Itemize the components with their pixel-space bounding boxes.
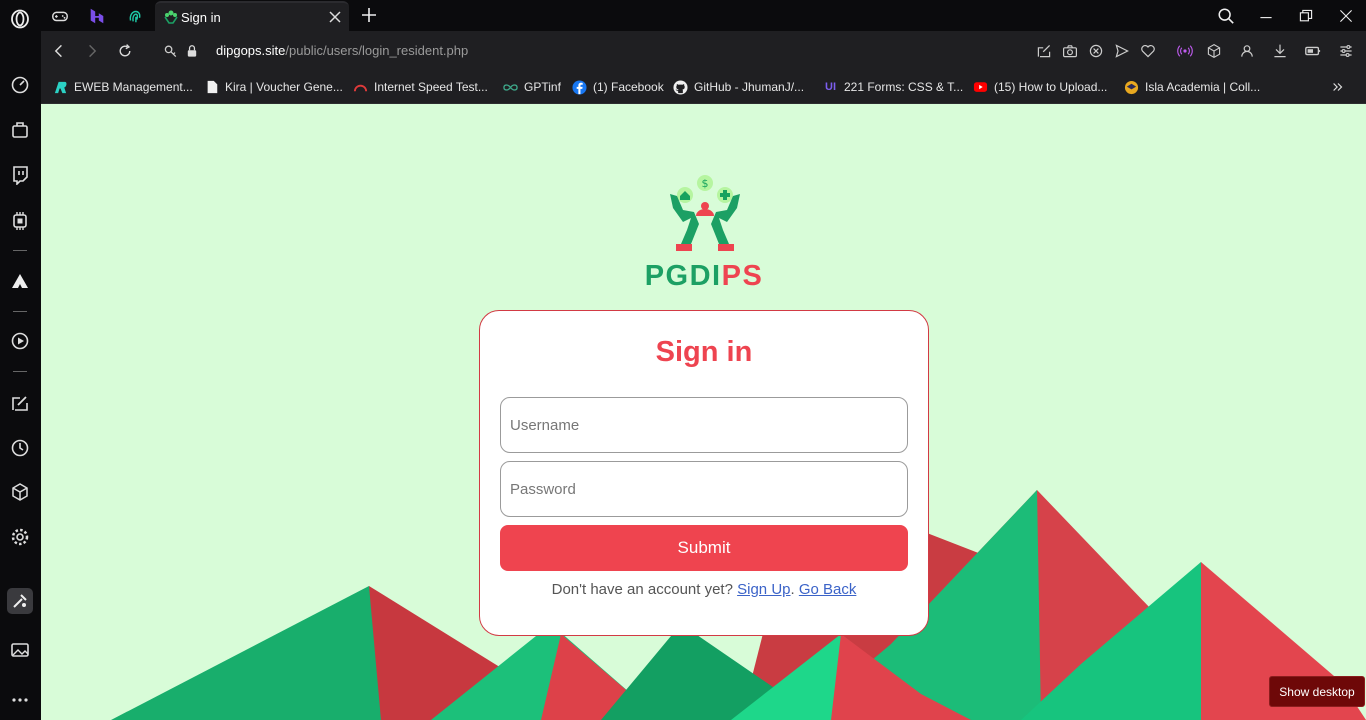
bookmark-eweb[interactable]: EWEB Management...	[53, 77, 193, 97]
youtube-icon	[973, 80, 988, 95]
tab-sign-in[interactable]: Sign in	[155, 1, 349, 31]
academia-icon	[1124, 80, 1139, 95]
brand-name-part1: PGDI	[644, 260, 722, 292]
player-icon[interactable]	[9, 330, 31, 352]
tab-search-icon[interactable]	[1215, 5, 1237, 27]
show-desktop-button[interactable]: Show desktop	[1269, 676, 1365, 707]
bookmarks-overflow-icon[interactable]	[1331, 77, 1345, 97]
bookmark-forms-css[interactable]: UI 221 Forms: CSS & T...	[823, 77, 963, 97]
speed-dial-icon[interactable]	[9, 74, 31, 96]
bookmark-label: GPTinf	[524, 80, 561, 94]
bookmark-label: Internet Speed Test...	[374, 80, 488, 94]
no-account-text: Don't have an account yet?	[551, 581, 733, 598]
fingerprint-tab-icon[interactable]	[124, 5, 146, 27]
sign-up-link[interactable]: Sign Up	[737, 581, 790, 598]
vpn-broadcast-icon[interactable]	[1175, 41, 1195, 61]
hostinger-tab-icon[interactable]	[86, 5, 108, 27]
extensions-cube-icon[interactable]	[9, 481, 31, 503]
brand-name: PGDIPS	[599, 260, 809, 293]
signup-prompt: Don't have an account yet? Sign Up. Go B…	[480, 581, 928, 598]
minimize-icon[interactable]	[1255, 5, 1277, 27]
heart-icon[interactable]	[1138, 41, 1158, 61]
bookmark-label: Isla Academia | Coll...	[1145, 80, 1261, 94]
ui-icon: UI	[825, 81, 836, 93]
speedometer-icon	[353, 80, 368, 95]
close-tab-icon[interactable]	[327, 9, 343, 25]
twitch-icon[interactable]	[9, 164, 31, 186]
bookmark-label: 221 Forms: CSS & T...	[844, 80, 964, 94]
bookmark-label: Kira | Voucher Gene...	[225, 80, 343, 94]
back-icon[interactable]	[49, 41, 69, 61]
bookmark-gptinf[interactable]: GPTinf	[503, 77, 561, 97]
url-path: /public/users/login_resident.php	[285, 43, 469, 58]
eweb-icon	[53, 80, 68, 95]
tab-title: Sign in	[181, 10, 221, 25]
sign-in-title: Sign in	[655, 336, 753, 368]
sidebar-divider	[13, 250, 27, 251]
username-input[interactable]	[500, 397, 908, 453]
battery-saver-icon[interactable]	[1303, 41, 1323, 61]
svg-text:$: $	[702, 177, 709, 190]
bookmark-kira-voucher[interactable]: Kira | Voucher Gene...	[204, 77, 343, 97]
cube-icon[interactable]	[1204, 41, 1224, 61]
sidebar-divider	[13, 371, 27, 372]
workspace-icon[interactable]	[9, 119, 31, 141]
sign-in-card: Sign in Submit Don't have an account yet…	[479, 310, 929, 636]
restore-icon[interactable]	[1295, 5, 1317, 27]
bookmark-youtube[interactable]: (15) How to Upload...	[973, 77, 1107, 97]
go-back-link[interactable]: Go Back	[799, 581, 857, 598]
document-icon	[204, 80, 219, 95]
password-input[interactable]	[500, 461, 908, 517]
edit-share-icon[interactable]	[1034, 41, 1054, 61]
ai-chip-icon[interactable]	[9, 210, 31, 232]
profile-icon[interactable]	[1237, 41, 1257, 61]
reload-icon[interactable]	[115, 41, 135, 61]
pinboard-icon[interactable]	[9, 392, 31, 414]
bookmarks-bar: EWEB Management... Kira | Voucher Gene..…	[41, 71, 1366, 104]
bookmark-label: GitHub - JhumanJ/...	[694, 80, 805, 94]
infinity-icon	[503, 80, 518, 95]
download-icon[interactable]	[1270, 41, 1290, 61]
easy-setup-icon[interactable]	[1336, 41, 1356, 61]
bookmark-speed-test[interactable]: Internet Speed Test...	[353, 77, 488, 97]
url-text[interactable]: dipgops.site/public/users/login_resident…	[216, 43, 468, 58]
lock-icon[interactable]	[182, 41, 202, 61]
browser-sidebar	[0, 0, 41, 720]
gamepad-tab-icon[interactable]	[49, 5, 71, 27]
opera-logo-icon[interactable]	[9, 8, 31, 30]
bookmark-github[interactable]: GitHub - JhumanJ/...	[673, 77, 804, 97]
tools-icon[interactable]	[9, 590, 31, 612]
forward-icon[interactable]	[82, 41, 102, 61]
link-separator: .	[790, 581, 795, 598]
pgdips-favicon-icon	[164, 10, 178, 24]
more-options-icon[interactable]	[9, 689, 31, 711]
pgdips-logo-icon: $	[670, 175, 740, 251]
aria-icon[interactable]	[9, 270, 31, 292]
tab-strip: Sign in	[41, 0, 1366, 31]
camera-icon[interactable]	[1060, 41, 1080, 61]
key-icon[interactable]	[161, 41, 181, 61]
settings-gear-icon[interactable]	[9, 526, 31, 548]
bookmark-facebook[interactable]: (1) Facebook	[572, 77, 664, 97]
bookmark-label: (15) How to Upload...	[994, 80, 1108, 94]
github-icon	[673, 79, 688, 95]
submit-button[interactable]: Submit	[500, 525, 908, 571]
adblock-icon[interactable]	[1086, 41, 1106, 61]
browser-window: Sign in dipgops.site/public/users/login_…	[0, 0, 1366, 720]
bookmark-isla-academia[interactable]: Isla Academia | Coll...	[1124, 77, 1260, 97]
bookmark-label: (1) Facebook	[593, 80, 664, 94]
address-bar: dipgops.site/public/users/login_resident…	[41, 31, 1366, 71]
page-viewport: $ PGDIPS Sign in Submit Don't have an ac…	[41, 104, 1366, 720]
url-host: dipgops.site	[216, 43, 286, 58]
send-icon[interactable]	[1112, 41, 1132, 61]
new-tab-icon[interactable]	[359, 5, 379, 25]
history-icon[interactable]	[9, 437, 31, 459]
brand-name-part2: PS	[721, 260, 764, 292]
bookmark-label: EWEB Management...	[74, 80, 193, 94]
facebook-icon	[572, 79, 587, 95]
close-window-icon[interactable]	[1335, 5, 1357, 27]
gallery-icon[interactable]	[9, 639, 31, 661]
sidebar-divider	[13, 311, 27, 312]
